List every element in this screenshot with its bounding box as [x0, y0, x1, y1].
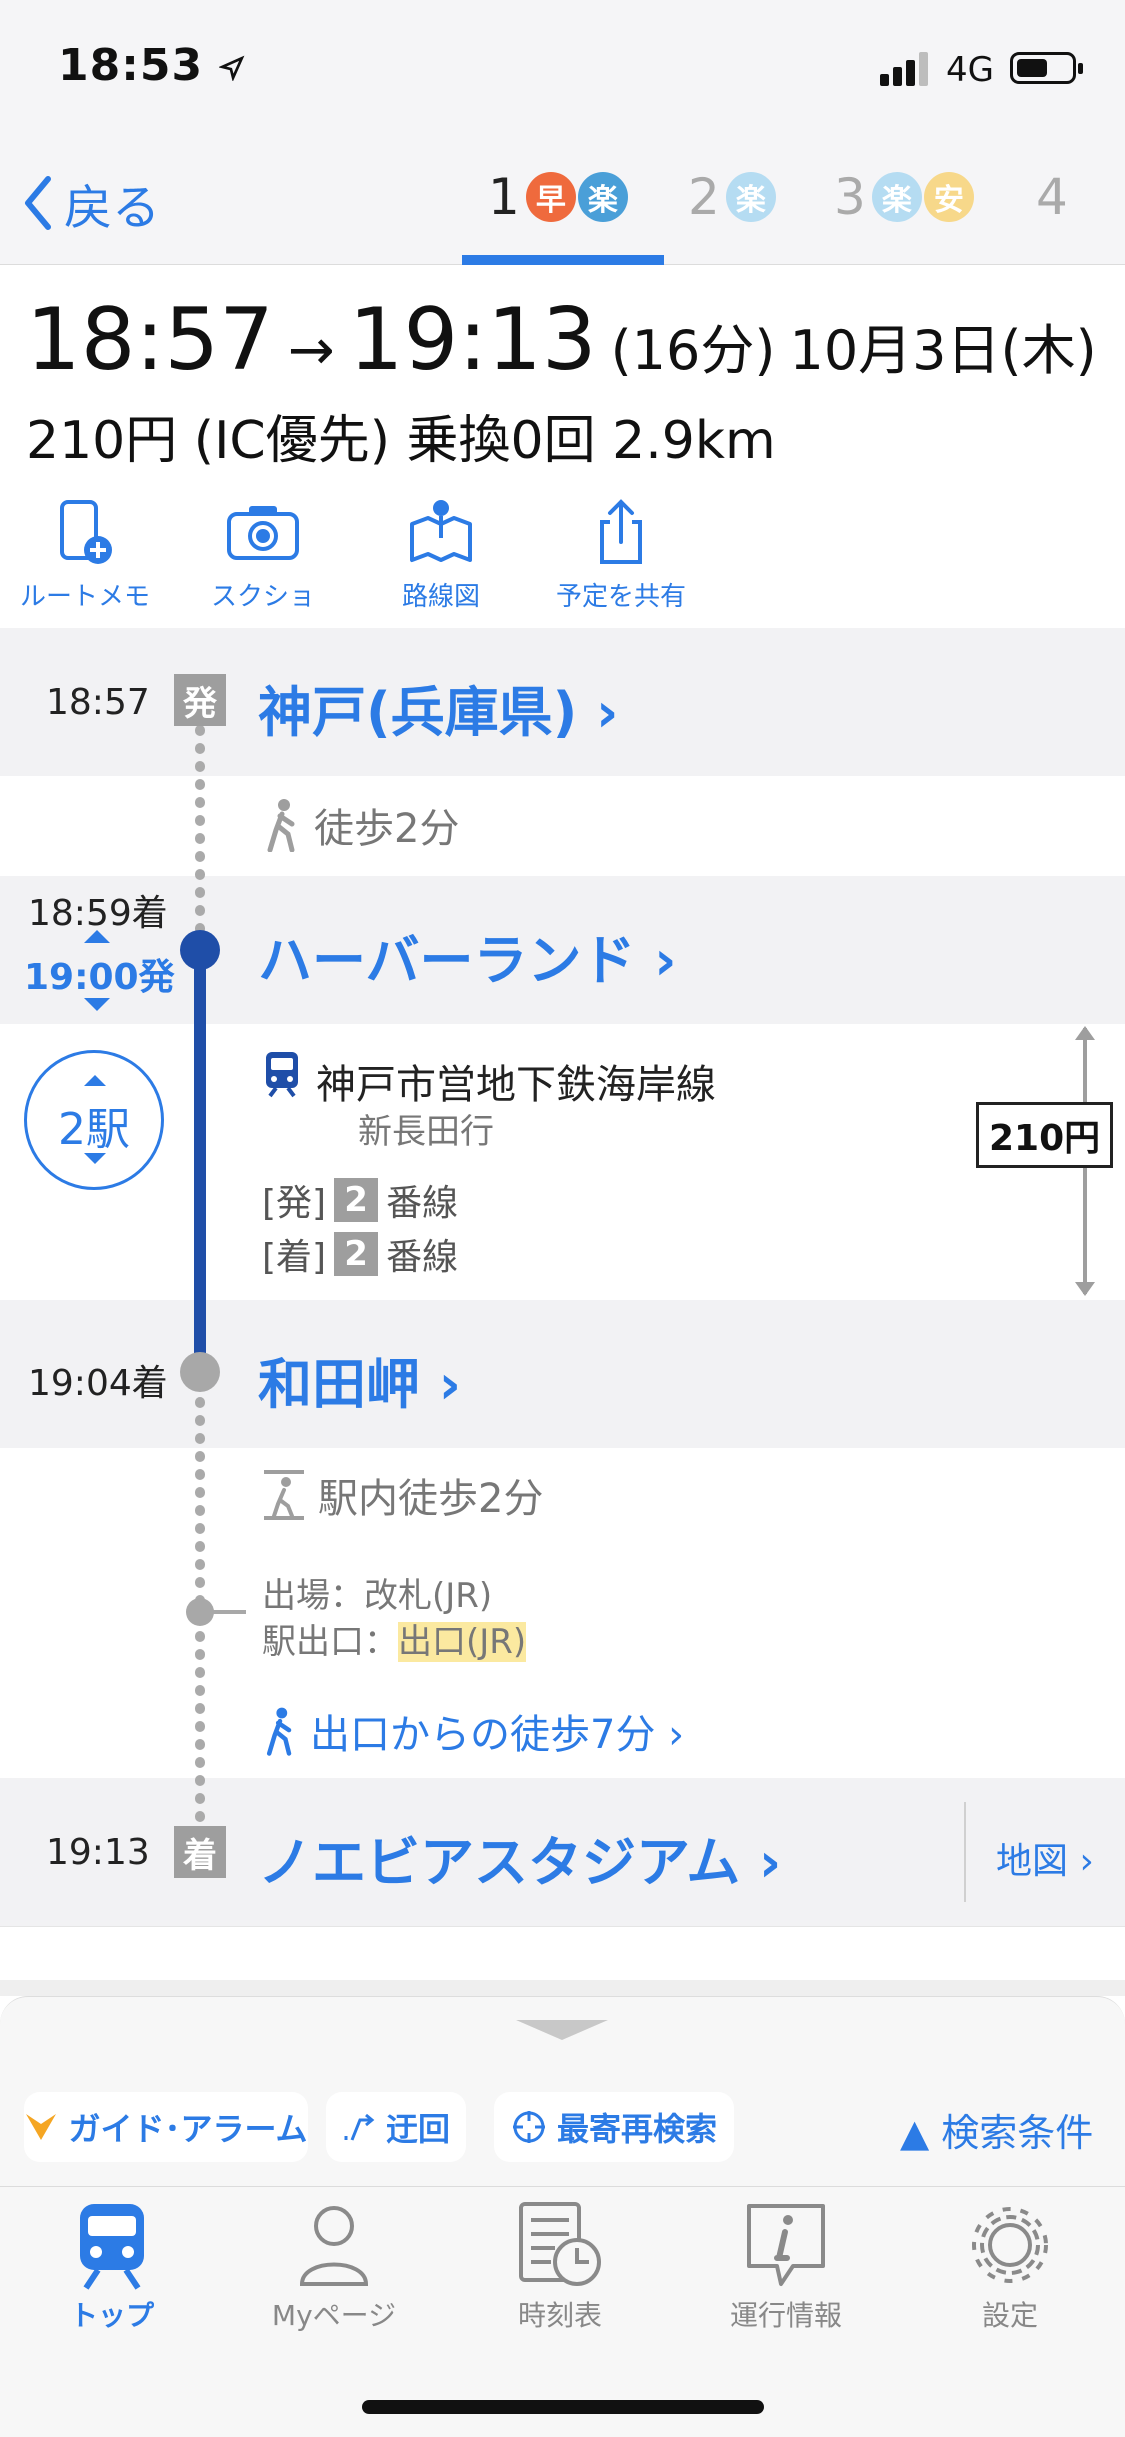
exit-info: 駅出口：出口(JR) — [262, 1614, 527, 1663]
info-icon — [747, 2204, 825, 2286]
origin-time: 18:57 — [46, 682, 150, 723]
nearest-search-button[interactable]: 最寄再検索 — [494, 2092, 734, 2162]
tab-label: 設定 — [981, 2299, 1038, 2332]
train-icon — [266, 1052, 298, 1098]
train-icon — [80, 2204, 144, 2290]
search-conditions-button[interactable]: ▲ 検索条件 — [900, 2102, 1093, 2157]
walking-icon — [267, 799, 295, 852]
guide-label: ガイド･アラーム — [68, 2110, 308, 2148]
depart-tag: 発 — [174, 674, 226, 726]
harborland-station[interactable]: ハーバーランド › — [258, 916, 677, 995]
sheet-handle-icon[interactable] — [516, 2020, 608, 2040]
line-name: 神戸市営地下鉄海岸線 — [316, 1062, 716, 1108]
caret-up-icon — [84, 930, 110, 943]
tab-label: 時刻表 — [517, 2299, 602, 2332]
station-walk-duration: 駅内徒歩2分 — [318, 1476, 544, 1522]
stops-count-button[interactable]: 2駅 — [24, 1050, 164, 1190]
walk-segment: 徒歩2分 — [262, 796, 459, 854]
departure-platform: [発] 2 番線 — [262, 1174, 458, 1226]
tab-label: 運行情報 — [729, 2299, 842, 2332]
crosshair-icon — [512, 2111, 545, 2143]
caret-down-icon — [84, 998, 110, 1011]
nearest-label: 最寄再検索 — [556, 2110, 717, 2148]
walking-icon — [266, 1707, 292, 1756]
line-destination: 新長田行 — [358, 1112, 494, 1152]
platform-suffix: 番線 — [386, 1183, 459, 1224]
timetable-icon — [519, 2202, 601, 2286]
walk-duration: 徒歩2分 — [314, 806, 460, 852]
person-icon — [299, 2206, 369, 2286]
divider — [964, 1802, 966, 1902]
tab-label: トップ — [69, 2299, 154, 2332]
destination-time: 19:13 — [46, 1832, 150, 1873]
arrive-tag: 着 — [174, 1826, 226, 1878]
detour-label: 迂回 — [385, 2110, 450, 2148]
map-link[interactable]: 地図 › — [996, 1832, 1094, 1884]
destination-station[interactable]: ノエビアスタジアム › — [258, 1818, 781, 1897]
exit-walk-label: 出口からの徒歩7分 › — [310, 1712, 685, 1758]
exit-walk-link[interactable]: 出口からの徒歩7分 › — [262, 1702, 684, 1760]
tab-settings[interactable]: 設定 — [920, 2200, 1100, 2334]
exit-value: 出口(JR) — [398, 1622, 527, 1662]
arrival-platform: [着] 2 番線 — [262, 1228, 458, 1280]
wadamisaki-station[interactable]: 和田岬 › — [258, 1340, 461, 1419]
sheet-shadow — [0, 1980, 1125, 1996]
platform-number: 2 — [334, 1178, 379, 1222]
detour-icon — [344, 2113, 375, 2141]
harborland-departure[interactable]: 19:00発 — [24, 948, 175, 1000]
tab-mypage[interactable]: Myページ — [244, 2200, 424, 2334]
station-walk-icon — [264, 1470, 304, 1520]
caret-up-icon — [84, 1075, 106, 1086]
platform-label: [着] — [262, 1237, 327, 1278]
tab-timetable[interactable]: 時刻表 — [470, 2200, 650, 2334]
home-indicator[interactable] — [362, 2400, 764, 2414]
platform-suffix: 番線 — [386, 1237, 459, 1278]
tab-service-info[interactable]: 運行情報 — [696, 2200, 876, 2334]
guide-arrow-icon — [26, 2114, 57, 2140]
tab-label: Myページ — [271, 2299, 397, 2332]
tab-top[interactable]: トップ — [22, 2200, 202, 2334]
caret-down-icon — [84, 1153, 106, 1164]
gate-info: 出場：改札(JR) — [262, 1576, 493, 1616]
route-timeline — [180, 725, 246, 1835]
gear-icon — [972, 2207, 1048, 2283]
segment-fare: 210円 — [976, 1102, 1114, 1168]
origin-station[interactable]: 神戸(兵庫県) › — [258, 668, 618, 747]
detour-button[interactable]: 迂回 — [326, 2092, 466, 2162]
station-walk-segment: 駅内徒歩2分 — [262, 1466, 543, 1524]
stops-count: 2駅 — [58, 1104, 130, 1155]
platform-label: [発] — [262, 1183, 327, 1224]
guide-alarm-button[interactable]: ガイド･アラーム — [24, 2092, 308, 2162]
platform-number: 2 — [334, 1232, 379, 1276]
harborland-arrival: 18:59着 — [28, 893, 168, 934]
wadamisaki-arrival: 19:04着 — [28, 1363, 168, 1404]
exit-label: 駅出口： — [262, 1622, 398, 1662]
